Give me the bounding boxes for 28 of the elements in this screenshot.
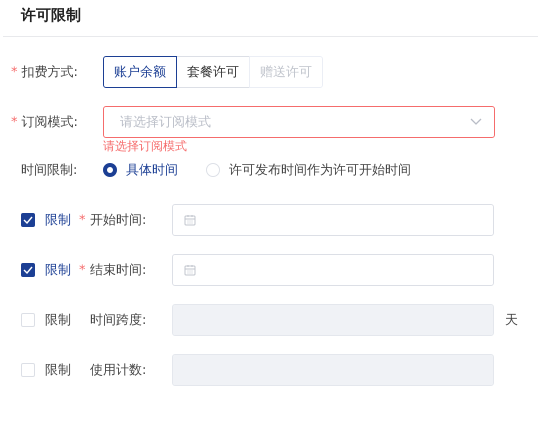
checkbox-label[interactable]: 限制 — [45, 261, 71, 279]
field-label: 结束时间: — [90, 262, 148, 279]
field-label: 使用计数: — [90, 362, 148, 379]
section-title: 许可限制 — [20, 5, 82, 26]
calendar-icon — [184, 214, 196, 226]
checkbox[interactable] — [21, 263, 35, 277]
required-asterisk: * — [11, 114, 18, 130]
chevron-down-icon — [470, 118, 482, 126]
field-label: 时间跨度: — [90, 312, 148, 329]
segment-tab[interactable]: 账户余额 — [103, 56, 177, 88]
field-label: 订阅模式: — [22, 114, 78, 131]
required-asterisk: * — [79, 212, 86, 228]
calendar-icon — [184, 264, 196, 276]
required-asterisk: * — [11, 64, 18, 80]
field-label: 时间限制: — [21, 162, 78, 179]
required-asterisk: * — [79, 262, 86, 278]
error-message: 请选择订阅模式 — [103, 138, 188, 154]
field-label: 扣费方式: — [22, 64, 78, 81]
date-field[interactable] — [172, 254, 494, 286]
unit-label: 天 — [505, 312, 518, 329]
radio-label[interactable]: 具体时间 — [126, 161, 178, 179]
checkbox[interactable] — [21, 213, 35, 227]
checkbox-label[interactable]: 限制 — [45, 211, 71, 229]
segment-tab[interactable]: 套餐许可 — [176, 56, 250, 88]
date-field[interactable] — [172, 204, 494, 236]
field-label: 开始时间: — [90, 212, 148, 229]
radio-button[interactable] — [103, 163, 117, 177]
radio-label[interactable]: 许可发布时间作为许可开始时间 — [229, 161, 411, 179]
